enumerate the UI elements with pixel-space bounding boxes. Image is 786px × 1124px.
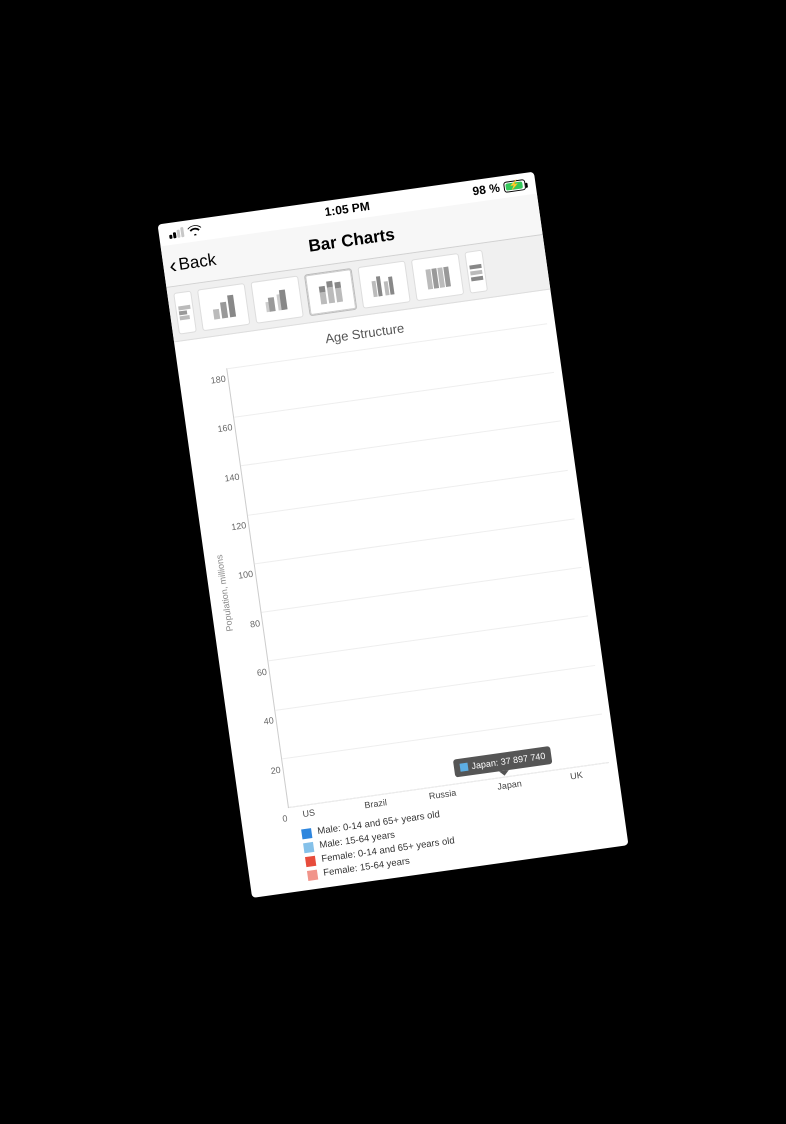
- back-button[interactable]: ‹ Back: [162, 248, 218, 277]
- tab-bar-overlap[interactable]: [250, 275, 303, 323]
- chart-grid: Japan: 37 897 740: [226, 323, 609, 808]
- tab-partial-left[interactable]: [173, 291, 197, 335]
- y-tick: 160: [217, 422, 233, 434]
- legend-swatch-icon: [307, 869, 318, 880]
- nav-title: Bar Charts: [307, 224, 396, 256]
- legend-swatch-icon: [305, 855, 316, 866]
- y-tick: 60: [256, 667, 267, 678]
- wifi-icon: [187, 222, 203, 239]
- y-tick: 40: [263, 716, 274, 727]
- y-tick: 120: [231, 520, 247, 532]
- y-tick: 100: [238, 569, 254, 581]
- battery-percent: 98 %: [472, 181, 501, 199]
- phone-screen: 1:05 PM 98 % ⚡ ‹ Back Bar Charts: [158, 172, 629, 898]
- status-time: 1:05 PM: [324, 199, 371, 219]
- back-label: Back: [177, 249, 217, 274]
- y-tick: 20: [270, 764, 281, 775]
- tab-partial-right[interactable]: [464, 250, 488, 294]
- tab-bar-stacked[interactable]: [304, 268, 357, 316]
- legend-swatch-icon: [301, 828, 312, 839]
- legend-swatch-icon: [303, 841, 314, 852]
- y-tick: 140: [224, 471, 240, 483]
- cell-signal-icon: [168, 227, 184, 239]
- tooltip-text: Japan: 37 897 740: [471, 751, 546, 771]
- y-tick: 80: [249, 618, 260, 629]
- chart-plot[interactable]: Population, millions 0204060801001201401…: [187, 323, 609, 813]
- battery-icon: ⚡: [503, 179, 526, 193]
- tooltip-swatch-icon: [459, 763, 468, 772]
- y-tick: 180: [210, 374, 226, 386]
- tab-bar-grouped[interactable]: [357, 260, 410, 308]
- tab-bar-striped[interactable]: [411, 253, 464, 301]
- tab-bar-basic[interactable]: [197, 283, 250, 331]
